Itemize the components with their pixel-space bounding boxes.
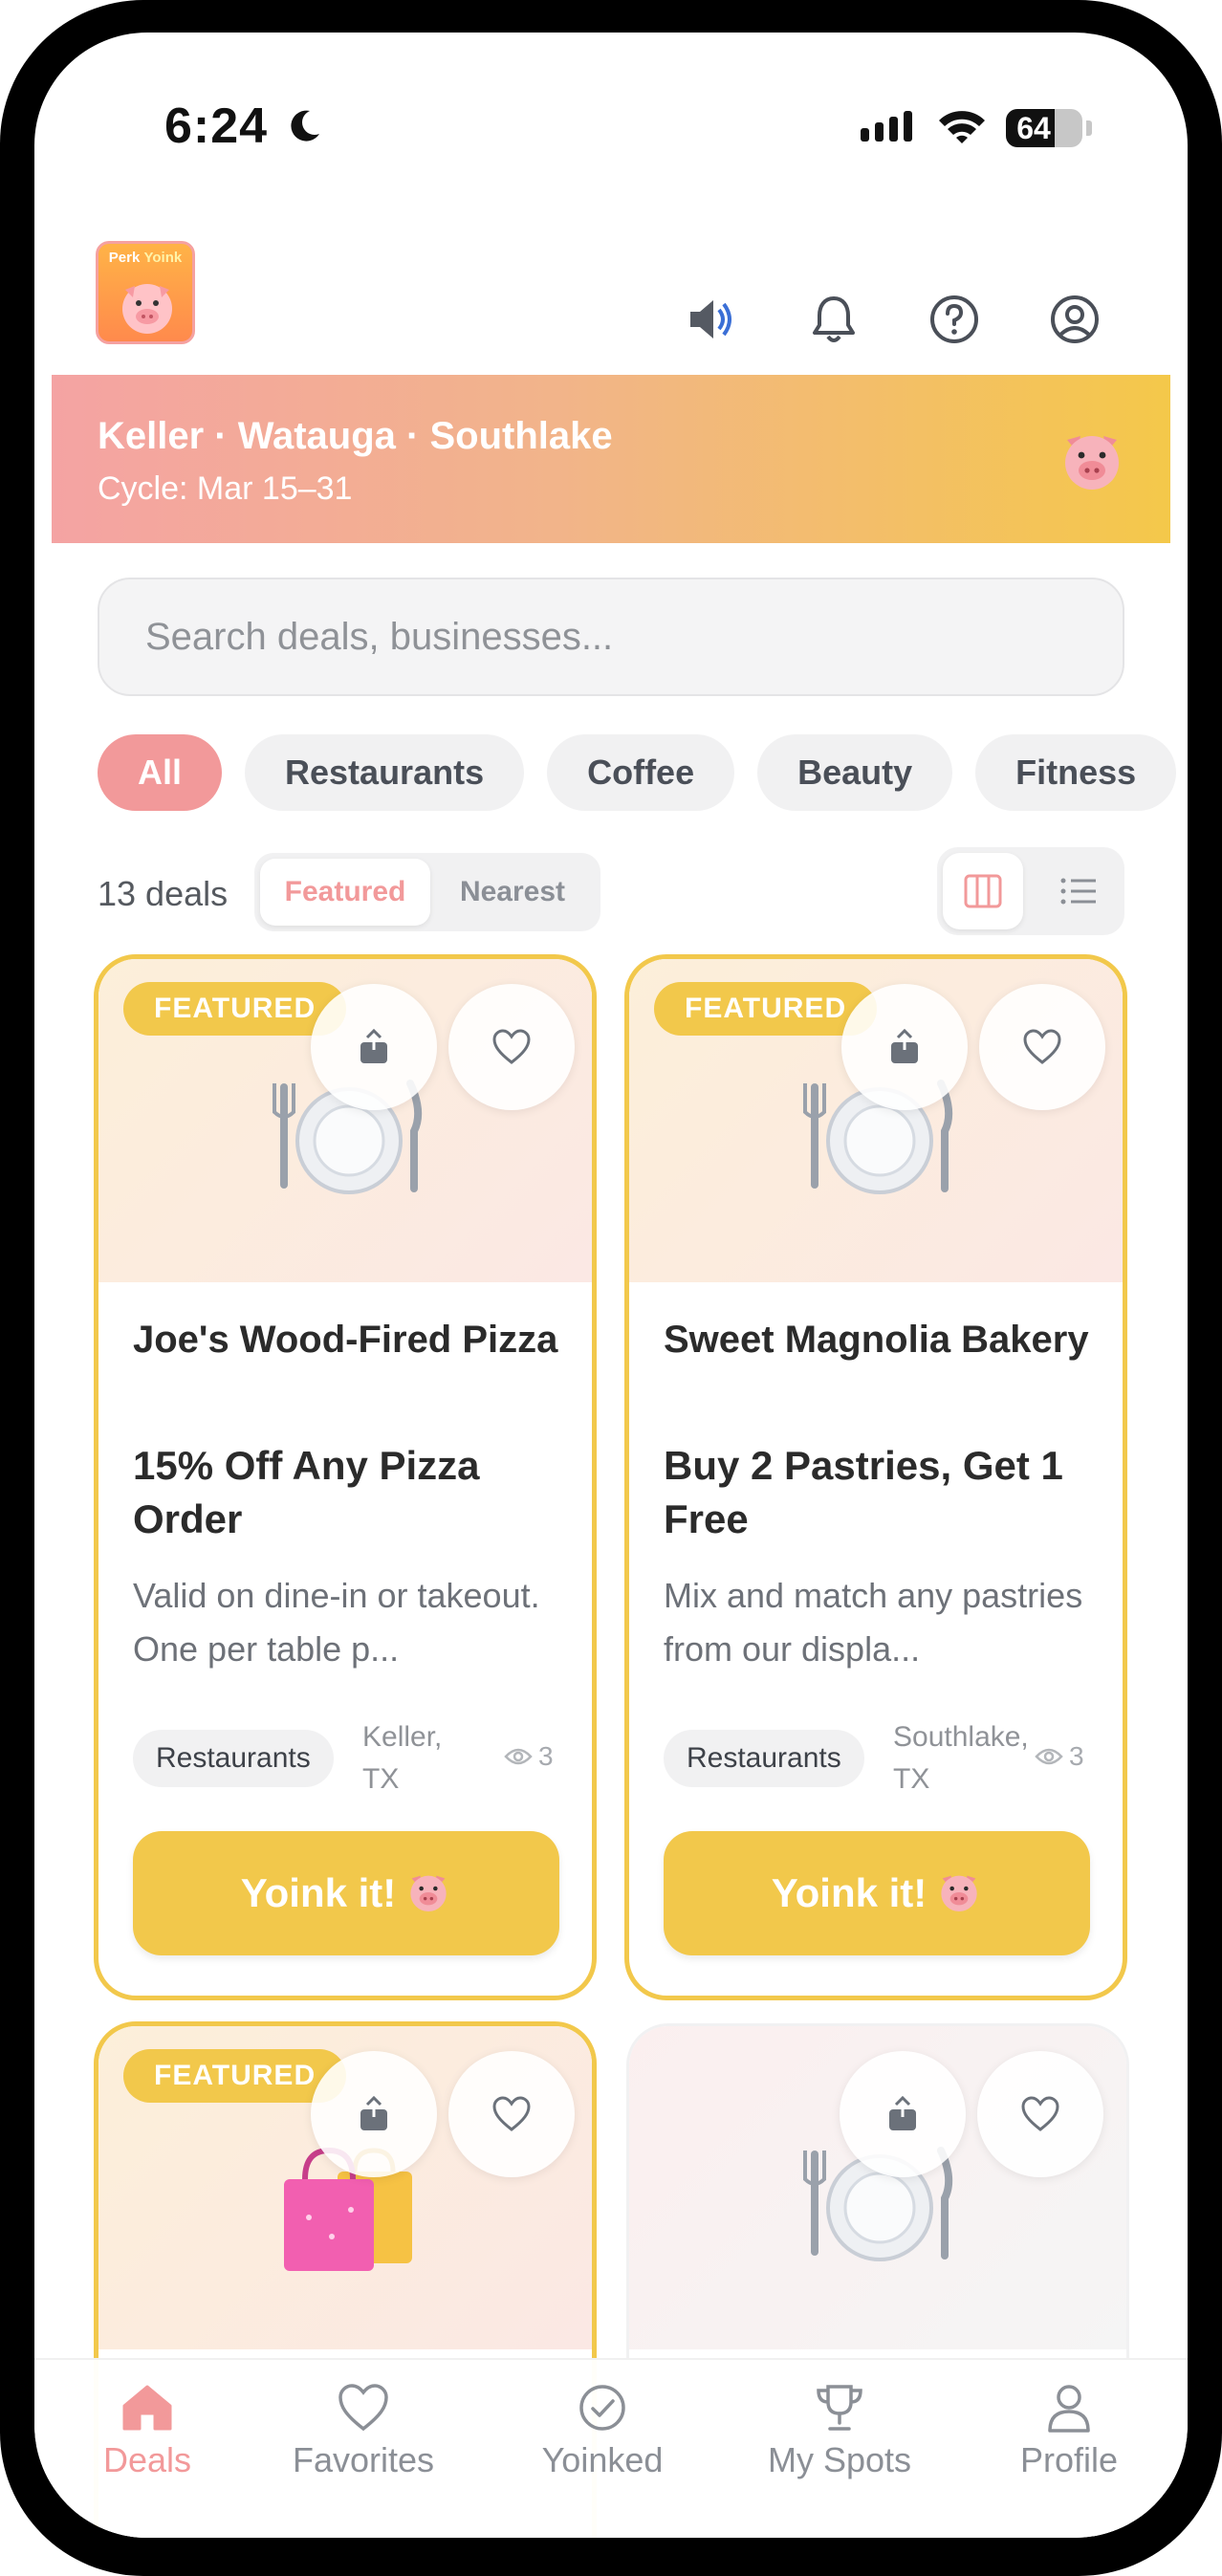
pig-icon [941, 1875, 977, 1911]
app-logo[interactable]: Perk Yoink [96, 241, 195, 344]
heart-icon [492, 1029, 531, 1064]
heart-icon [1023, 1029, 1061, 1064]
banner-title: Keller · Watauga · Southlake [98, 415, 613, 457]
deal-count: 13 deals [98, 874, 229, 913]
sort-featured-button[interactable]: Featured [260, 859, 430, 926]
tab-deals[interactable]: Deals [52, 2383, 243, 2480]
grid-view-icon [964, 874, 1002, 908]
bottom-tab-bar: Deals Favorites Yoinked My Spots Profile [34, 2358, 1188, 2538]
chip-coffee[interactable]: Coffee [547, 734, 735, 811]
banner-cycle: Cycle: Mar 15–31 [98, 470, 353, 507]
favorite-button[interactable] [977, 2051, 1103, 2177]
heart-icon [492, 2096, 531, 2131]
share-button[interactable] [311, 984, 437, 1110]
offer-title: Buy 2 Pastries, Get 1 Free [664, 1443, 1063, 1541]
business-name: Joe's Wood-Fired Pizza [133, 1319, 558, 1361]
heart-icon [338, 2384, 388, 2432]
sort-toggle: Featured Nearest [254, 853, 600, 931]
grid-view-button[interactable] [943, 853, 1023, 929]
view-toggle [937, 847, 1124, 935]
view-count: 3 [1035, 1741, 1084, 1772]
deal-card[interactable]: FEATURED Joe's Wood-Fired Pizza 15% Off … [94, 954, 597, 2000]
check-circle-icon [579, 2385, 625, 2431]
view-count: 3 [504, 1741, 554, 1772]
share-icon [889, 2096, 916, 2130]
logo-wordmark: Perk Yoink [108, 250, 183, 266]
battery-icon: 64 [1006, 109, 1082, 147]
chip-restaurants[interactable]: Restaurants [245, 734, 525, 811]
location: Southlake, TX [893, 1721, 1029, 1795]
cellular-signal-icon [861, 111, 912, 142]
category-chips: All Restaurants Coffee Beauty Fitness [98, 734, 1177, 811]
share-button[interactable] [311, 2051, 437, 2177]
deal-card[interactable]: FEATURED Sweet Magnolia Bakery Buy 2 Pas… [624, 954, 1127, 2000]
list-view-icon [1060, 878, 1096, 905]
moon-icon [291, 110, 319, 142]
favorite-button[interactable] [979, 984, 1105, 1110]
account-icon[interactable] [1046, 291, 1103, 348]
tab-yoinked[interactable]: Yoinked [507, 2383, 698, 2480]
share-icon [360, 1029, 387, 1063]
yoink-button[interactable]: Yoink it! [133, 1831, 559, 1955]
pig-icon [1065, 436, 1119, 490]
share-button[interactable] [841, 984, 968, 1110]
screen: 6:24 64 Perk Yoink Keller · Watauga · So… [34, 33, 1188, 2538]
yoink-button[interactable]: Yoink it! [664, 1831, 1090, 1955]
category-tag: Restaurants [133, 1730, 334, 1787]
eye-icon [1035, 1748, 1063, 1765]
sort-nearest-button[interactable]: Nearest [430, 859, 595, 926]
offer-title: 15% Off Any Pizza Order [133, 1443, 480, 1541]
speaker-icon[interactable] [681, 291, 738, 348]
pig-icon [410, 1875, 447, 1911]
tab-profile[interactable]: Profile [973, 2383, 1165, 2480]
trophy-icon [817, 2385, 862, 2431]
heart-icon [1021, 2096, 1059, 2131]
pig-icon [122, 284, 172, 334]
category-tag: Restaurants [664, 1730, 864, 1787]
help-icon[interactable] [926, 291, 983, 348]
chip-all[interactable]: All [98, 734, 223, 811]
tab-favorites[interactable]: Favorites [268, 2383, 459, 2480]
share-icon [360, 2096, 387, 2130]
battery-level: 64 [1016, 111, 1051, 145]
share-icon [891, 1029, 918, 1063]
favorite-button[interactable] [448, 984, 575, 1110]
tab-my-spots[interactable]: My Spots [744, 2383, 935, 2480]
home-icon [122, 2385, 172, 2431]
battery-tip [1086, 120, 1092, 136]
area-banner: Keller · Watauga · Southlake Cycle: Mar … [52, 375, 1170, 543]
favorite-button[interactable] [448, 2051, 575, 2177]
bell-icon[interactable] [805, 291, 862, 348]
person-icon [1048, 2385, 1090, 2433]
chip-beauty[interactable]: Beauty [757, 734, 953, 811]
wifi-icon [939, 111, 985, 143]
business-name: Sweet Magnolia Bakery [664, 1319, 1089, 1361]
phone-frame: 6:24 64 Perk Yoink Keller · Watauga · So… [0, 0, 1222, 2576]
chip-fitness[interactable]: Fitness [975, 734, 1177, 811]
list-view-button[interactable] [1038, 853, 1119, 929]
offer-description: Valid on dine-in or takeout. One per tab… [133, 1576, 540, 1669]
offer-description: Mix and match any pastries from our disp… [664, 1576, 1083, 1669]
location: Keller, TX [362, 1721, 443, 1795]
status-time: 6:24 [164, 98, 269, 154]
eye-icon [504, 1748, 533, 1765]
share-button[interactable] [840, 2051, 966, 2177]
search-input[interactable] [98, 578, 1124, 696]
